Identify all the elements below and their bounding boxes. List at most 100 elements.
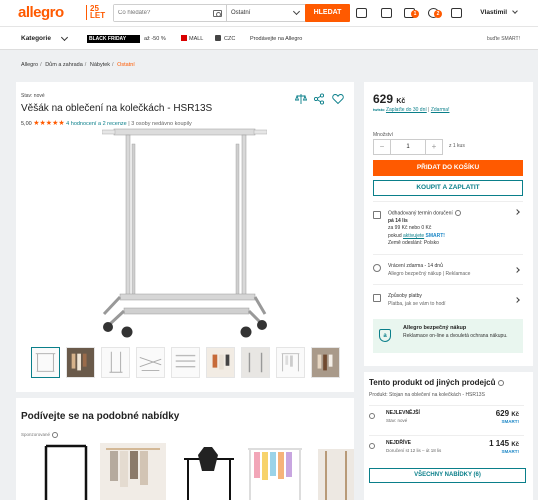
quantity-stepper[interactable]: − 1 + (373, 139, 443, 155)
offer-tag: NEJDŘÍVE (386, 440, 412, 446)
anniversary-badge: 25 LET (86, 5, 105, 20)
offer-smart-badge: SMART! (501, 419, 520, 424)
price: 629 Kč (373, 92, 406, 106)
pay-later-row: twisto Zaplaťte do 30 dní | Zdarma! (373, 107, 450, 113)
chevron-down-icon (60, 33, 69, 42)
similar-offer-image[interactable] (100, 443, 166, 500)
czc-icon (215, 35, 221, 41)
payment-row[interactable]: Způsoby platby Platba, jak se vám to hod… (373, 284, 523, 314)
thumbnail[interactable] (311, 347, 340, 378)
similar-offer-image[interactable] (316, 443, 354, 500)
chevron-right-icon (514, 267, 520, 273)
quantity-label: Množství (373, 132, 394, 138)
menu-sell[interactable]: Prodávejte na Allegro (250, 36, 302, 42)
quantity-input[interactable]: 1 (391, 140, 425, 154)
similar-offers-title: Podívejte se na podobné nabídky (21, 411, 180, 422)
search-bar: Ostatní HLEDAT (113, 4, 350, 22)
product-image[interactable] (102, 126, 267, 341)
delivery-title: Odhadovaný termín doručení (388, 210, 453, 217)
quantity-increase-button[interactable]: + (425, 140, 442, 154)
delivery-row[interactable]: Odhadovaný termín doručení pá 14 lis za … (373, 201, 523, 253)
quantity-decrease-button[interactable]: − (374, 140, 391, 154)
sponsored-label: Sponzorované (21, 432, 59, 438)
thumbnail[interactable] (66, 347, 95, 378)
basket-icon[interactable] (451, 8, 462, 18)
offer-radio[interactable] (369, 413, 375, 419)
other-sellers-title: Tento produkt od jiných prodejců (369, 378, 504, 387)
chevron-down-icon (292, 7, 301, 16)
pay-later-link[interactable]: Zaplaťte do 30 dní (386, 107, 427, 113)
condition-label: Stav: nové (21, 93, 45, 99)
per-unit-label: z 1 kus (449, 143, 465, 149)
payment-title: Způsoby platby (388, 293, 422, 299)
allegro-logo[interactable]: allegro (18, 4, 64, 21)
star-rating: ★★★★★ (33, 120, 65, 127)
chevron-right-icon (514, 209, 520, 215)
all-offers-button[interactable]: VŠECHNY NABÍDKY (6) (369, 468, 526, 483)
search-category-label: Ostatní (231, 10, 251, 16)
search-input[interactable] (114, 5, 224, 21)
menu-czc[interactable]: CZC (224, 36, 235, 42)
thumbnail[interactable] (171, 347, 200, 378)
offer-meta: Stav: nové (386, 418, 408, 423)
notification-badge: 1 (411, 10, 419, 18)
truck-icon (373, 211, 381, 219)
breadcrumb-item[interactable]: Dům a zahrada (45, 62, 83, 68)
categories-menu[interactable]: Kategorie (21, 35, 51, 42)
mall-icon (181, 35, 187, 41)
breadcrumb-item[interactable]: Nábytek (90, 62, 110, 68)
heart-icon[interactable] (332, 93, 344, 105)
search-button[interactable]: HLEDAT (305, 4, 350, 22)
share-icon[interactable] (313, 93, 325, 105)
returns-row[interactable]: Vrácení zdarma - 14 dnů Allegro bezpečný… (373, 254, 523, 284)
compare-icon[interactable] (295, 93, 307, 105)
menu-mall[interactable]: MALL (189, 36, 203, 42)
safe-purchase-desc: Reklamace on-line a dvouletá ochrana nák… (403, 333, 508, 339)
info-icon[interactable] (52, 432, 59, 438)
offer-meta: Doručení st 12 lis – út 18 lis (386, 448, 442, 453)
breadcrumb-current[interactable]: Ostatní (117, 62, 135, 68)
chevron-right-icon (514, 297, 520, 303)
pay-later-free[interactable]: Zdarma! (431, 107, 450, 113)
smart-logo: SMART! (425, 232, 445, 239)
menu-smart[interactable]: buďte SMART! (487, 36, 520, 42)
offer-smart-badge: SMART! (501, 449, 520, 454)
thumbnail[interactable] (31, 347, 60, 378)
breadcrumb-item[interactable]: Allegro (21, 62, 38, 68)
returns-title: Vrácení zdarma - 14 dnů (388, 263, 443, 269)
camera-icon[interactable] (213, 10, 222, 17)
cart-icon[interactable] (356, 8, 367, 18)
chevron-down-icon (512, 8, 518, 14)
user-menu[interactable]: Vlastimil (480, 9, 507, 16)
similar-offer-image[interactable] (36, 443, 102, 500)
similar-offer-image[interactable] (242, 443, 308, 500)
offer-radio[interactable] (369, 443, 375, 449)
thumbnail[interactable] (136, 347, 165, 378)
returns-desc: Allegro bezpečný nákup | Reklamace (388, 270, 471, 277)
similar-offer-image[interactable] (176, 443, 242, 500)
thumbnail[interactable] (276, 347, 305, 378)
shield-icon: a (379, 329, 391, 342)
return-icon (373, 264, 381, 272)
thumbnail[interactable] (206, 347, 235, 378)
delivery-origin: Země odeslání: Polsko (388, 240, 439, 247)
buy-now-button[interactable]: KOUPIT A ZAPLATIT (373, 180, 523, 196)
activate-smart-link[interactable]: aktivujete (403, 233, 424, 239)
black-friday-banner[interactable]: BLACK FRIDAY (87, 35, 140, 43)
menu-bf-discount[interactable]: až -50 % (144, 36, 166, 42)
offer-row[interactable]: NEJDŘÍVE Doručení st 12 lis – út 18 lis … (369, 435, 524, 460)
offer-row[interactable]: NEJLEVNĚJŠÍ Stav: nové 629 Kč SMART! (369, 405, 524, 430)
similar-offers-card: Podívejte se na podobné nabídky Sponzoro… (16, 398, 354, 500)
product-card: Stav: nové Věšák na oblečení na kolečkác… (16, 82, 354, 392)
thumbnail[interactable] (101, 347, 130, 378)
info-icon[interactable] (454, 210, 461, 216)
offer-price: 629 Kč (495, 409, 519, 418)
product-title: Věšák na oblečení na kolečkách - HSR13S (21, 103, 213, 114)
info-icon[interactable] (497, 379, 504, 386)
add-to-cart-button[interactable]: PŘIDAT DO KOŠÍKU (373, 160, 523, 176)
safe-purchase-box[interactable]: a Allegro bezpečný nákup Reklamace on-li… (373, 319, 523, 353)
breadcrumb: Allegro / Dům a zahrada / Nábytek / Ostatní (21, 62, 135, 68)
truck-icon[interactable] (381, 8, 392, 18)
search-category-select[interactable]: Ostatní (226, 5, 303, 21)
thumbnail[interactable] (241, 347, 270, 378)
